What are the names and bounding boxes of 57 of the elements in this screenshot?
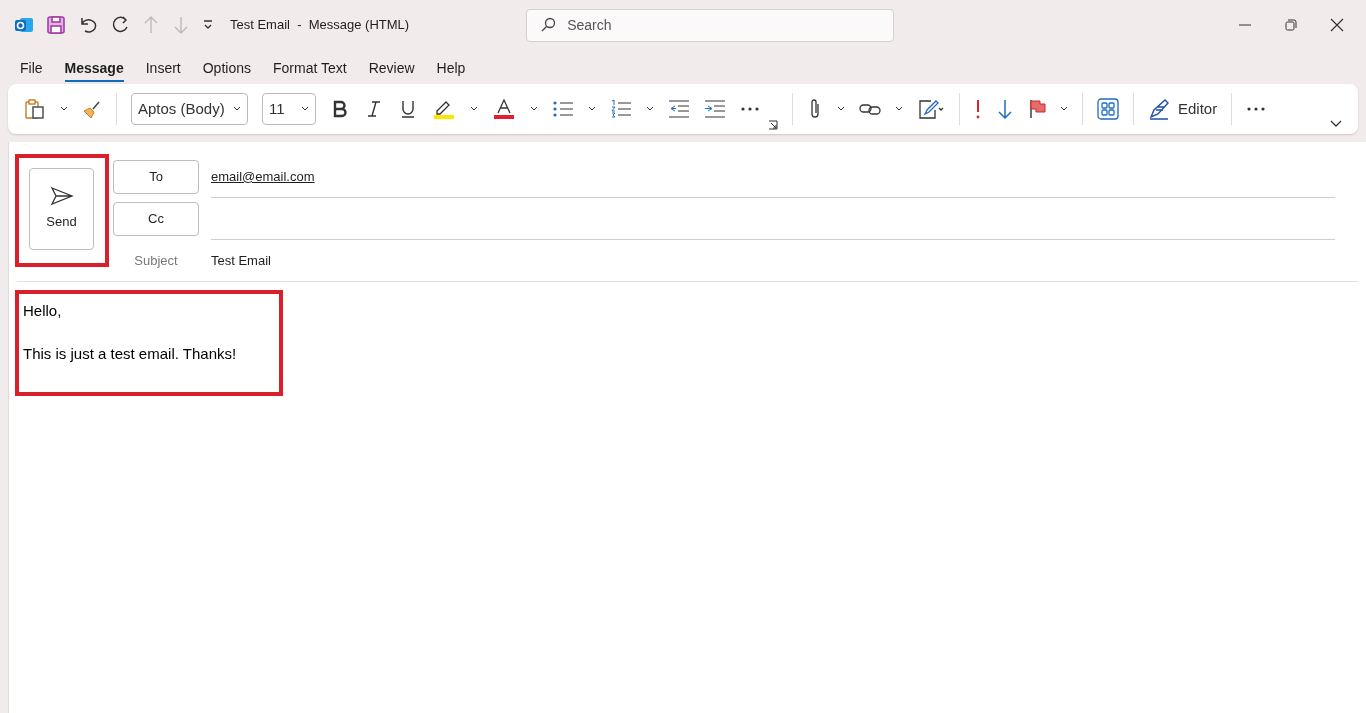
send-button[interactable]: Send [29, 168, 94, 250]
cc-button[interactable]: Cc [113, 202, 199, 236]
more-options-icon[interactable] [1246, 106, 1267, 112]
save-icon[interactable] [46, 15, 66, 35]
search-icon [540, 16, 557, 33]
search-field[interactable]: Search [526, 8, 895, 42]
mail-app-icon [14, 15, 34, 35]
restore-icon[interactable] [1284, 18, 1298, 32]
more-options-icon[interactable] [740, 106, 760, 112]
caret-icon[interactable] [895, 105, 903, 113]
font-color-icon[interactable] [492, 98, 516, 120]
ribbon-tab[interactable]: Message [64, 58, 124, 82]
caret-icon[interactable] [837, 105, 845, 113]
link-icon[interactable] [859, 101, 881, 117]
ribbon-tab[interactable]: Insert [145, 58, 181, 82]
subject-label: Subject [133, 252, 179, 271]
caret-icon[interactable] [588, 105, 596, 113]
send-icon [49, 186, 74, 207]
subject-field[interactable]: Test Email [211, 251, 271, 271]
ribbon-tab[interactable]: Help [436, 58, 466, 82]
ribbon-tab[interactable]: Options [202, 58, 251, 82]
font-size-dropdown[interactable]: 11 [262, 93, 316, 125]
close-icon[interactable] [1330, 18, 1344, 32]
redo-icon[interactable] [110, 15, 130, 35]
to-button[interactable]: To [113, 160, 199, 194]
paste-icon[interactable] [24, 98, 46, 120]
ribbon-tab[interactable]: File [20, 58, 43, 82]
caret-icon[interactable] [646, 105, 654, 113]
increase-indent-icon[interactable] [704, 99, 726, 119]
body-text: This is just a test email. Thanks! [23, 343, 238, 364]
exclamation-icon[interactable] [974, 98, 982, 120]
pen-icon [1148, 98, 1170, 120]
decrease-indent-icon[interactable] [668, 99, 690, 119]
caret-icon [301, 105, 309, 113]
caret-icon [233, 105, 241, 113]
signature-icon[interactable] [917, 98, 945, 120]
caret-icon[interactable] [60, 105, 68, 113]
body-text: Hello, [23, 301, 63, 321]
caret-icon[interactable] [470, 105, 478, 113]
dialog-launcher-icon[interactable] [768, 120, 778, 130]
undo-icon[interactable] [78, 15, 98, 35]
flag-icon[interactable] [1028, 98, 1046, 120]
caret-icon[interactable] [1060, 105, 1068, 113]
font-dropdown[interactable]: Aptos (Body) [131, 93, 248, 125]
down-arrow-icon[interactable] [996, 98, 1014, 120]
numbered-list-icon[interactable] [610, 99, 632, 119]
window-title: Test Email - Message (HTML) [230, 16, 410, 35]
expand-ribbon-icon[interactable] [1330, 120, 1342, 128]
editor-button[interactable]: Editor [1148, 97, 1218, 121]
caret-icon[interactable] [530, 105, 538, 113]
recipient-address[interactable]: email@email.com [211, 166, 315, 187]
grid-icon[interactable] [1097, 98, 1119, 120]
format-painter-icon[interactable] [82, 99, 102, 119]
ribbon-tab[interactable]: Review [368, 58, 415, 82]
ribbon-tab[interactable]: Format Text [273, 58, 347, 82]
bullet-list-icon[interactable] [552, 99, 574, 119]
customize-toolbar-icon[interactable] [202, 19, 214, 31]
